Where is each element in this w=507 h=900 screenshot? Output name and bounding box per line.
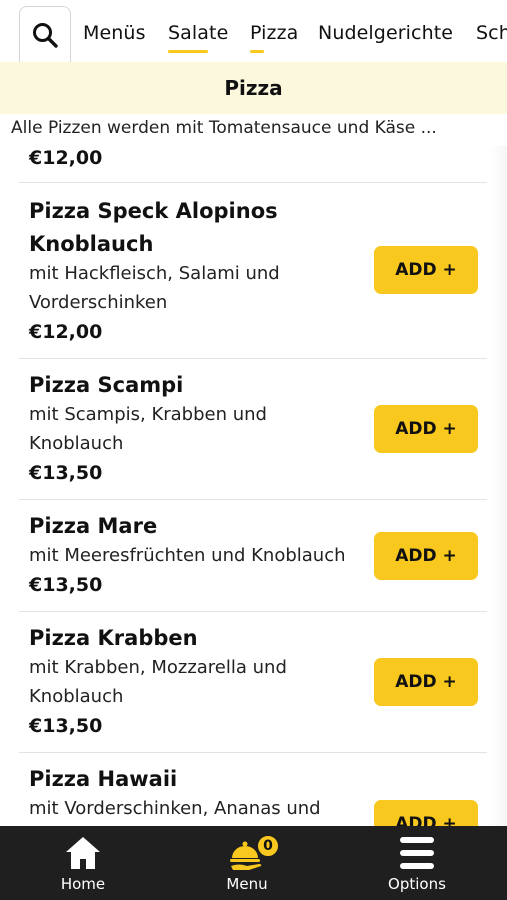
add-button[interactable]: ADD +: [374, 405, 478, 453]
tab-salate[interactable]: Salate: [168, 22, 229, 53]
item-name-line: Pizza Speck Alopinos: [29, 199, 278, 223]
tab-menus[interactable]: Menüs: [83, 22, 146, 44]
item-description: mit Krabben, Mozzarella und Knoblauch: [29, 653, 374, 711]
menu-item: Pizza Hawaii mit Vorderschinken, Ananas …: [19, 753, 487, 826]
item-desc-line: Knoblauch: [29, 686, 124, 707]
home-icon: [66, 837, 100, 869]
cart-count-badge: 0: [256, 834, 280, 858]
nav-home[interactable]: Home: [33, 826, 133, 900]
search-icon: [33, 22, 58, 48]
item-desc-line: Vorderschinken: [29, 292, 168, 313]
add-button[interactable]: ADD +: [374, 658, 478, 706]
menu-item: €12,00: [19, 146, 487, 183]
item-name: Pizza Scampi: [29, 373, 184, 397]
item-price: €12,00: [29, 147, 103, 169]
section-description: Alle Pizzen werden mit Tomatensauce und …: [11, 118, 437, 138]
item-desc-line: Knoblauch: [29, 433, 124, 454]
tab-pizza[interactable]: Pizza: [250, 22, 299, 53]
item-description: mit Hackfleisch, Salami und Vorderschink…: [29, 259, 374, 317]
nav-options[interactable]: Options: [367, 826, 467, 900]
item-price: €13,50: [29, 715, 103, 737]
item-price: €12,00: [29, 321, 103, 343]
menu-item-list[interactable]: €12,00 Pizza Speck Alopinos Knoblauch mi…: [0, 146, 507, 826]
menu-item: Pizza Mare mit Meeresfrüchten und Knobla…: [19, 500, 487, 612]
item-price: €13,50: [29, 462, 103, 484]
scroll-edge: [489, 146, 507, 826]
item-name-line: Knoblauch: [29, 232, 154, 256]
bottom-navigation: Home 0 Menu Options: [0, 826, 507, 900]
item-desc-line: mit Meeresfrüchten und Knoblauch: [29, 545, 346, 566]
search-button[interactable]: [19, 6, 71, 62]
item-name: Pizza Hawaii: [29, 767, 178, 791]
item-desc-line: mit Hackfleisch, Salami und: [29, 263, 280, 284]
tab-indicator: [250, 50, 264, 53]
item-description: mit Vorderschinken, Ananas und: [29, 794, 374, 823]
item-description: mit Meeresfrüchten und Knoblauch: [29, 541, 379, 570]
tab-label: Salate: [168, 22, 229, 44]
nav-options-label: Options: [388, 875, 446, 893]
item-desc-line: mit Krabben, Mozzarella und: [29, 657, 287, 678]
menu-item: Pizza Speck Alopinos Knoblauch mit Hackf…: [19, 183, 487, 359]
item-name: Pizza Speck Alopinos Knoblauch: [29, 195, 359, 261]
category-bar: Menüs Salate Pizza Nudelgerichte Sch: [0, 0, 507, 62]
nav-home-label: Home: [60, 875, 106, 893]
item-price: €13,50: [29, 574, 103, 596]
section-title: Pizza: [0, 62, 507, 114]
menu-item: Pizza Scampi mit Scampis, Krabben und Kn…: [19, 359, 487, 500]
nav-menu[interactable]: 0 Menu: [197, 826, 297, 900]
menu-item: Pizza Krabben mit Krabben, Mozzarella un…: [19, 612, 487, 753]
item-name: Pizza Krabben: [29, 626, 198, 650]
item-desc-line: mit Scampis, Krabben und: [29, 404, 267, 425]
item-description: mit Scampis, Krabben und Knoblauch: [29, 400, 374, 458]
item-name: Pizza Mare: [29, 514, 158, 538]
item-desc-line: mit Vorderschinken, Ananas und: [29, 798, 321, 819]
add-button[interactable]: ADD +: [374, 532, 478, 580]
tab-indicator: [168, 50, 208, 53]
tab-sch[interactable]: Sch: [476, 22, 507, 44]
hamburger-icon: [400, 837, 434, 869]
tab-label: Pizza: [250, 22, 299, 44]
add-button[interactable]: ADD +: [374, 800, 478, 826]
add-button[interactable]: ADD +: [374, 246, 478, 294]
tab-nudelgerichte[interactable]: Nudelgerichte: [318, 22, 453, 44]
nav-menu-label: Menu: [226, 875, 268, 893]
